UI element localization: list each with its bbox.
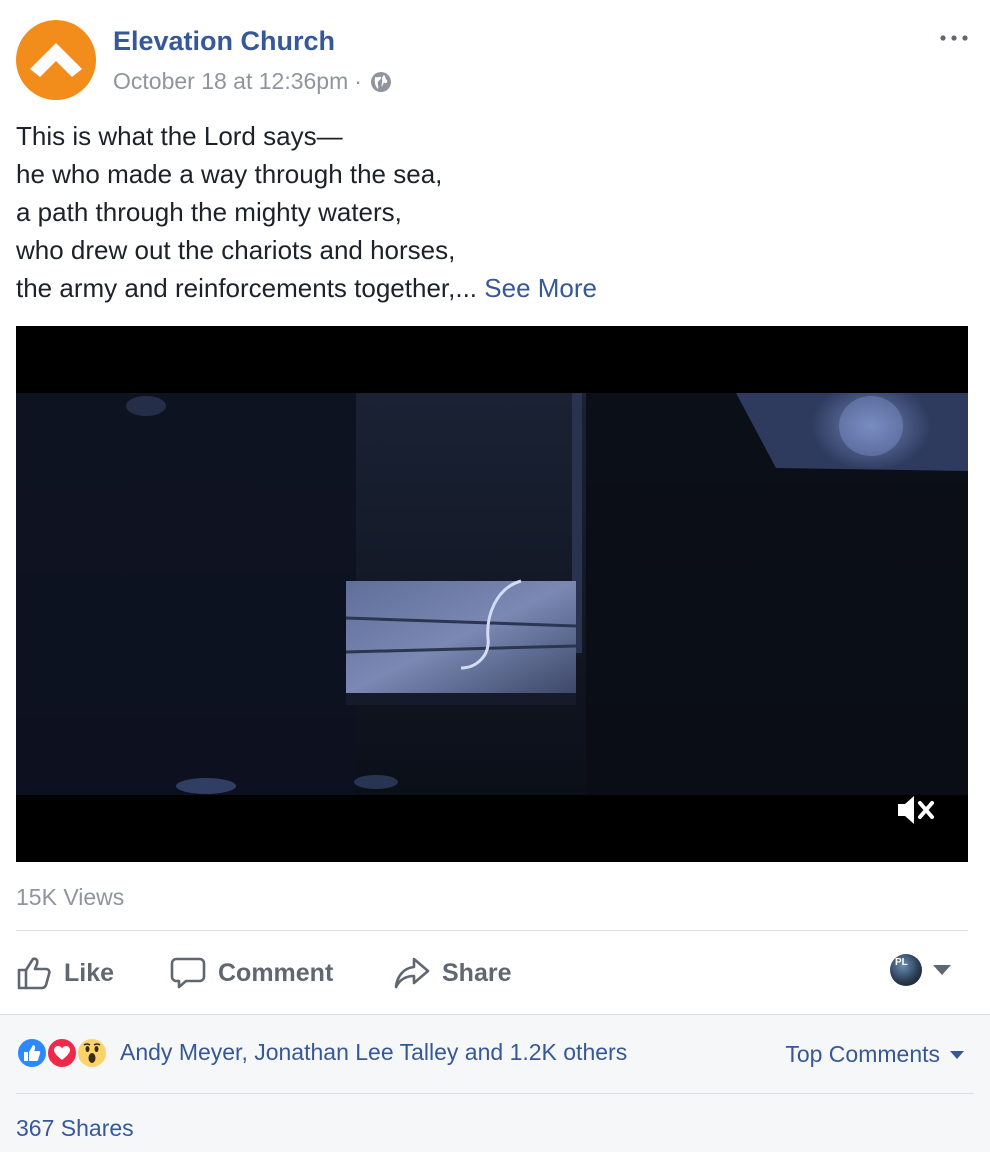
like-button[interactable]: Like <box>16 946 114 1000</box>
video-player[interactable] <box>16 326 968 862</box>
actions-top-divider <box>16 930 968 931</box>
comment-sort-dropdown[interactable]: Top Comments <box>785 1041 964 1068</box>
muted-speaker-icon <box>898 796 934 824</box>
post-message: This is what the Lord says— he who made … <box>16 117 956 307</box>
caret-down-icon <box>950 1050 964 1059</box>
more-options-button[interactable] <box>934 24 974 52</box>
wow-reaction-icon <box>76 1037 108 1069</box>
post-timestamp[interactable]: October 18 at 12:36pm <box>113 68 348 95</box>
page-avatar[interactable] <box>16 20 96 100</box>
comment-button[interactable]: Comment <box>170 946 333 1000</box>
comment-sort-label: Top Comments <box>785 1041 940 1067</box>
post-header: Elevation Church October 18 at 12:36pm · <box>16 20 974 102</box>
user-avatar: PL <box>890 954 922 986</box>
elevation-logo-icon <box>30 43 82 77</box>
post-text-last-line: the army and reinforcements together,...… <box>16 269 956 307</box>
like-reaction-icon <box>16 1037 48 1069</box>
share-count-link[interactable]: 367 Shares <box>16 1115 134 1142</box>
comment-bubble-icon <box>170 957 206 989</box>
post-text-line: who drew out the chariots and horses, <box>16 235 456 265</box>
love-reaction-icon <box>46 1037 78 1069</box>
share-arrow-icon <box>394 957 430 989</box>
post-text-line: a path through the mighty waters, <box>16 197 402 227</box>
view-count: 15K Views <box>16 884 125 910</box>
post-actions-bar: Like Comment Share PL <box>16 946 968 1000</box>
meta-separator: · <box>354 68 362 94</box>
mute-toggle-button[interactable] <box>896 792 936 828</box>
reactions-divider <box>16 1093 974 1094</box>
post-meta: October 18 at 12:36pm · <box>113 68 392 95</box>
chevron-down-icon <box>933 965 951 975</box>
user-avatar-text: PL <box>895 957 908 968</box>
thumbs-up-icon <box>17 957 51 990</box>
share-label: Share <box>442 958 512 987</box>
reactions-summary: Andy Meyer, Jonathan Lee Talley and 1.2K… <box>0 1014 990 1152</box>
page-name-link[interactable]: Elevation Church <box>113 26 335 57</box>
reaction-icons[interactable] <box>16 1037 116 1071</box>
comment-label: Comment <box>218 958 334 987</box>
post-as-selector[interactable]: PL <box>890 954 952 986</box>
post-text-line: This is what the Lord says— <box>16 121 343 151</box>
more-options-icon <box>940 35 968 41</box>
facebook-post: Elevation Church October 18 at 12:36pm ·… <box>0 0 990 1152</box>
see-more-link[interactable]: See More <box>484 273 597 303</box>
share-button[interactable]: Share <box>394 946 511 1000</box>
video-frame <box>16 326 968 862</box>
reaction-names-link[interactable]: Andy Meyer, Jonathan Lee Talley and 1.2K… <box>120 1039 627 1066</box>
globe-icon[interactable] <box>370 71 392 93</box>
post-text-line: the army and reinforcements together,... <box>16 273 478 303</box>
like-label: Like <box>64 958 115 987</box>
post-text-line: he who made a way through the sea, <box>16 159 443 189</box>
